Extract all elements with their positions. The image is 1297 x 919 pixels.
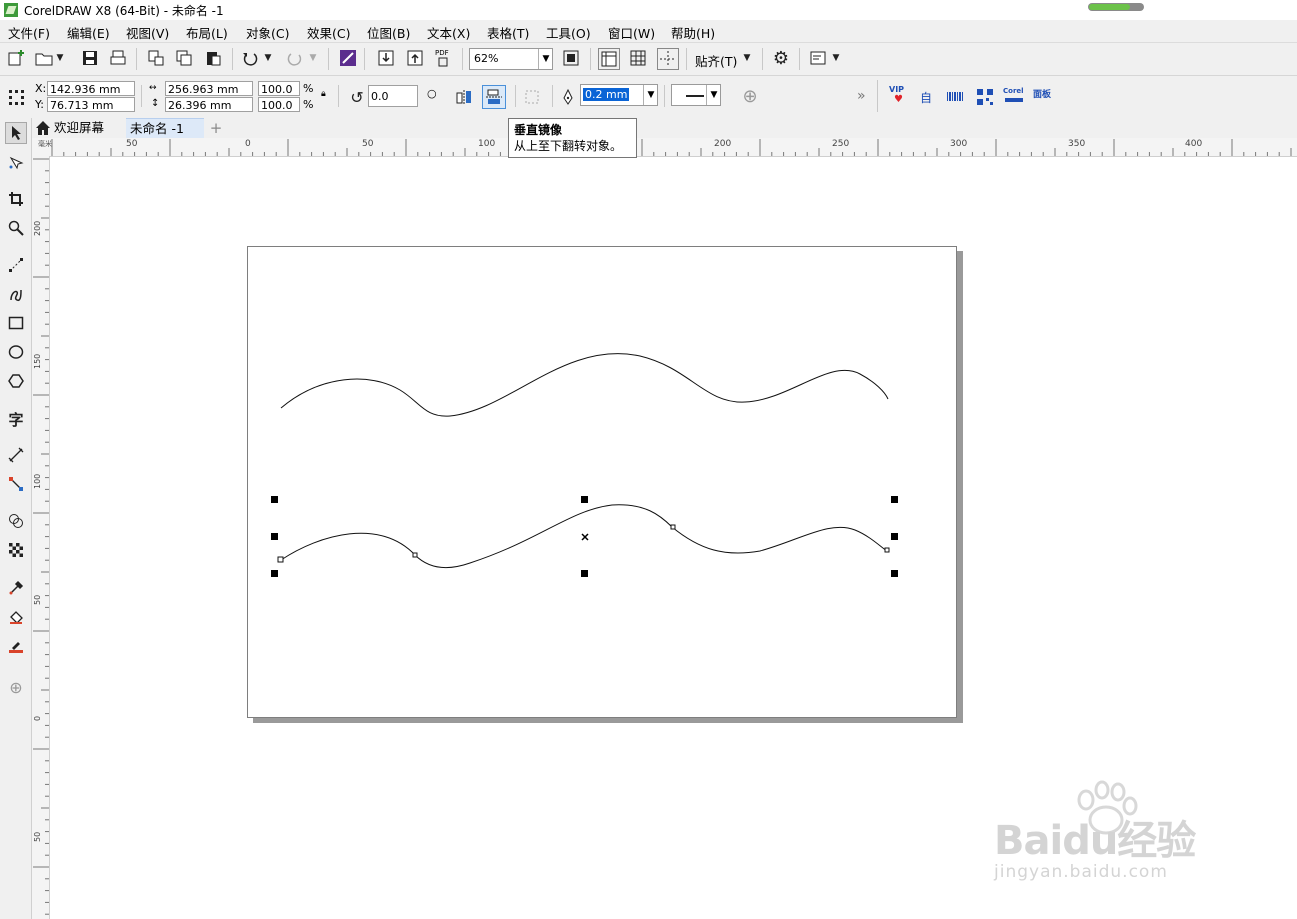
curve-node-handle[interactable] <box>412 552 418 558</box>
rotation-center-icon[interactable] <box>581 533 589 541</box>
selection-handle-bottom-left[interactable] <box>271 570 278 577</box>
selection-handle-top-center[interactable] <box>581 496 588 503</box>
selection-handle-top-left[interactable] <box>271 496 278 503</box>
start-node-handle[interactable] <box>277 556 284 563</box>
selection-handle-middle-left[interactable] <box>271 533 278 540</box>
tooltip-description: 从上至下翻转对象。 <box>514 139 623 153</box>
curve-node-handle[interactable] <box>670 524 676 530</box>
selection-handle-bottom-right[interactable] <box>891 570 898 577</box>
selection-handle-bottom-center[interactable] <box>581 570 588 577</box>
selection-handle-middle-right[interactable] <box>891 533 898 540</box>
end-node-handle[interactable] <box>884 547 890 553</box>
watermark-brand: Baidu经验 <box>994 818 1196 864</box>
tooltip-title: 垂直镜像 <box>514 123 563 137</box>
mirror-vertical-tooltip: 垂直镜像 从上至下翻转对象。 <box>508 118 637 158</box>
watermark-url: jingyan.baidu.com <box>994 862 1168 882</box>
original-wave-curve[interactable] <box>280 353 889 417</box>
selection-handle-top-right[interactable] <box>891 496 898 503</box>
